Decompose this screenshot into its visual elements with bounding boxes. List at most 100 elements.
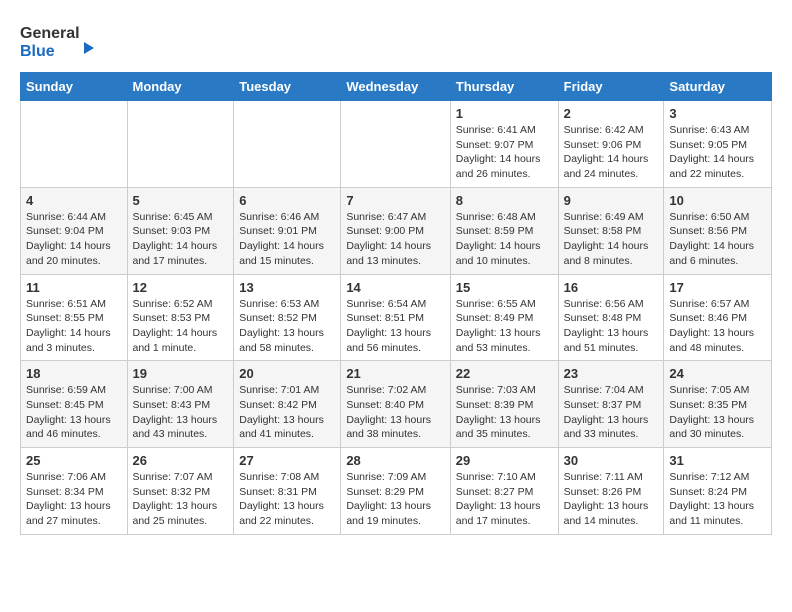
- day-detail: Sunrise: 6:50 AM Sunset: 8:56 PM Dayligh…: [669, 210, 766, 269]
- day-number: 3: [669, 106, 766, 121]
- col-header-wednesday: Wednesday: [341, 73, 450, 101]
- day-detail: Sunrise: 6:51 AM Sunset: 8:55 PM Dayligh…: [26, 297, 122, 356]
- calendar-cell: 13 Sunrise: 6:53 AM Sunset: 8:52 PM Dayli…: [234, 274, 341, 361]
- col-header-thursday: Thursday: [450, 73, 558, 101]
- day-number: 29: [456, 453, 553, 468]
- day-detail: Sunrise: 6:49 AM Sunset: 8:58 PM Dayligh…: [564, 210, 659, 269]
- calendar-cell: 3 Sunrise: 6:43 AM Sunset: 9:05 PM Daylig…: [664, 101, 772, 188]
- calendar-cell: 17 Sunrise: 6:57 AM Sunset: 8:46 PM Dayli…: [664, 274, 772, 361]
- day-detail: Sunrise: 6:43 AM Sunset: 9:05 PM Dayligh…: [669, 123, 766, 182]
- day-detail: Sunrise: 6:55 AM Sunset: 8:49 PM Dayligh…: [456, 297, 553, 356]
- day-number: 18: [26, 366, 122, 381]
- day-detail: Sunrise: 6:59 AM Sunset: 8:45 PM Dayligh…: [26, 383, 122, 442]
- day-number: 13: [239, 280, 335, 295]
- col-header-sunday: Sunday: [21, 73, 128, 101]
- calendar-cell: 18 Sunrise: 6:59 AM Sunset: 8:45 PM Dayli…: [21, 361, 128, 448]
- day-number: 27: [239, 453, 335, 468]
- day-number: 12: [133, 280, 229, 295]
- calendar-week-row: 25Sunrise: 7:06 AM Sunset: 8:34 PM Dayli…: [21, 448, 772, 535]
- header: GeneralBlue: [20, 20, 772, 62]
- svg-text:General: General: [20, 25, 80, 42]
- calendar-cell: 6 Sunrise: 6:46 AM Sunset: 9:01 PM Daylig…: [234, 187, 341, 274]
- day-detail: Sunrise: 6:57 AM Sunset: 8:46 PM Dayligh…: [669, 297, 766, 356]
- svg-text:Blue: Blue: [20, 43, 55, 60]
- day-detail: Sunrise: 6:41 AM Sunset: 9:07 PM Dayligh…: [456, 123, 553, 182]
- calendar-cell: 25Sunrise: 7:06 AM Sunset: 8:34 PM Dayli…: [21, 448, 128, 535]
- day-detail: Sunrise: 7:01 AM Sunset: 8:42 PM Dayligh…: [239, 383, 335, 442]
- day-detail: Sunrise: 7:12 AM Sunset: 8:24 PM Dayligh…: [669, 470, 766, 529]
- day-detail: Sunrise: 6:48 AM Sunset: 8:59 PM Dayligh…: [456, 210, 553, 269]
- calendar-cell: 26 Sunrise: 7:07 AM Sunset: 8:32 PM Dayli…: [127, 448, 234, 535]
- col-header-saturday: Saturday: [664, 73, 772, 101]
- day-detail: Sunrise: 6:53 AM Sunset: 8:52 PM Dayligh…: [239, 297, 335, 356]
- calendar-week-row: 18 Sunrise: 6:59 AM Sunset: 8:45 PM Dayli…: [21, 361, 772, 448]
- calendar-week-row: 1 Sunrise: 6:41 AM Sunset: 9:07 PM Daylig…: [21, 101, 772, 188]
- day-detail: Sunrise: 7:10 AM Sunset: 8:27 PM Dayligh…: [456, 470, 553, 529]
- day-detail: Sunrise: 7:05 AM Sunset: 8:35 PM Dayligh…: [669, 383, 766, 442]
- calendar-week-row: 11 Sunrise: 6:51 AM Sunset: 8:55 PM Dayli…: [21, 274, 772, 361]
- col-header-monday: Monday: [127, 73, 234, 101]
- day-number: 21: [346, 366, 444, 381]
- logo-svg: GeneralBlue: [20, 20, 100, 62]
- calendar-cell: 22 Sunrise: 7:03 AM Sunset: 8:39 PM Dayli…: [450, 361, 558, 448]
- calendar-cell: 9 Sunrise: 6:49 AM Sunset: 8:58 PM Daylig…: [558, 187, 664, 274]
- day-number: 17: [669, 280, 766, 295]
- calendar-week-row: 4Sunrise: 6:44 AM Sunset: 9:04 PM Daylig…: [21, 187, 772, 274]
- calendar-cell: [234, 101, 341, 188]
- day-detail: Sunrise: 7:03 AM Sunset: 8:39 PM Dayligh…: [456, 383, 553, 442]
- calendar-table: SundayMondayTuesdayWednesdayThursdayFrid…: [20, 72, 772, 535]
- calendar-cell: 23Sunrise: 7:04 AM Sunset: 8:37 PM Dayli…: [558, 361, 664, 448]
- calendar-cell: [21, 101, 128, 188]
- day-number: 11: [26, 280, 122, 295]
- calendar-cell: 21 Sunrise: 7:02 AM Sunset: 8:40 PM Dayli…: [341, 361, 450, 448]
- calendar-cell: 2 Sunrise: 6:42 AM Sunset: 9:06 PM Daylig…: [558, 101, 664, 188]
- calendar-cell: 8Sunrise: 6:48 AM Sunset: 8:59 PM Daylig…: [450, 187, 558, 274]
- day-detail: Sunrise: 7:02 AM Sunset: 8:40 PM Dayligh…: [346, 383, 444, 442]
- calendar-cell: 15 Sunrise: 6:55 AM Sunset: 8:49 PM Dayli…: [450, 274, 558, 361]
- day-number: 15: [456, 280, 553, 295]
- calendar-cell: 19 Sunrise: 7:00 AM Sunset: 8:43 PM Dayli…: [127, 361, 234, 448]
- col-header-friday: Friday: [558, 73, 664, 101]
- day-detail: Sunrise: 7:11 AM Sunset: 8:26 PM Dayligh…: [564, 470, 659, 529]
- day-number: 31: [669, 453, 766, 468]
- day-number: 9: [564, 193, 659, 208]
- day-detail: Sunrise: 6:45 AM Sunset: 9:03 PM Dayligh…: [133, 210, 229, 269]
- calendar-cell: 20 Sunrise: 7:01 AM Sunset: 8:42 PM Dayli…: [234, 361, 341, 448]
- calendar-cell: 1 Sunrise: 6:41 AM Sunset: 9:07 PM Daylig…: [450, 101, 558, 188]
- day-detail: Sunrise: 6:42 AM Sunset: 9:06 PM Dayligh…: [564, 123, 659, 182]
- calendar-cell: 30 Sunrise: 7:11 AM Sunset: 8:26 PM Dayli…: [558, 448, 664, 535]
- day-number: 20: [239, 366, 335, 381]
- day-detail: Sunrise: 6:44 AM Sunset: 9:04 PM Dayligh…: [26, 210, 122, 269]
- day-number: 30: [564, 453, 659, 468]
- day-detail: Sunrise: 6:56 AM Sunset: 8:48 PM Dayligh…: [564, 297, 659, 356]
- day-detail: Sunrise: 7:04 AM Sunset: 8:37 PM Dayligh…: [564, 383, 659, 442]
- day-detail: Sunrise: 6:46 AM Sunset: 9:01 PM Dayligh…: [239, 210, 335, 269]
- col-header-tuesday: Tuesday: [234, 73, 341, 101]
- logo: GeneralBlue: [20, 20, 100, 62]
- day-number: 19: [133, 366, 229, 381]
- day-number: 26: [133, 453, 229, 468]
- day-number: 16: [564, 280, 659, 295]
- day-number: 2: [564, 106, 659, 121]
- day-number: 7: [346, 193, 444, 208]
- day-detail: Sunrise: 7:07 AM Sunset: 8:32 PM Dayligh…: [133, 470, 229, 529]
- calendar-cell: [127, 101, 234, 188]
- calendar-cell: 28Sunrise: 7:09 AM Sunset: 8:29 PM Dayli…: [341, 448, 450, 535]
- day-number: 6: [239, 193, 335, 208]
- calendar-cell: 4Sunrise: 6:44 AM Sunset: 9:04 PM Daylig…: [21, 187, 128, 274]
- day-number: 25: [26, 453, 122, 468]
- calendar-cell: 29 Sunrise: 7:10 AM Sunset: 8:27 PM Dayli…: [450, 448, 558, 535]
- calendar-cell: 10 Sunrise: 6:50 AM Sunset: 8:56 PM Dayli…: [664, 187, 772, 274]
- day-number: 10: [669, 193, 766, 208]
- calendar-cell: 27Sunrise: 7:08 AM Sunset: 8:31 PM Dayli…: [234, 448, 341, 535]
- day-number: 24: [669, 366, 766, 381]
- calendar-cell: 14Sunrise: 6:54 AM Sunset: 8:51 PM Dayli…: [341, 274, 450, 361]
- day-number: 1: [456, 106, 553, 121]
- day-number: 28: [346, 453, 444, 468]
- day-detail: Sunrise: 7:00 AM Sunset: 8:43 PM Dayligh…: [133, 383, 229, 442]
- day-number: 5: [133, 193, 229, 208]
- day-detail: Sunrise: 6:47 AM Sunset: 9:00 PM Dayligh…: [346, 210, 444, 269]
- calendar-cell: [341, 101, 450, 188]
- day-number: 22: [456, 366, 553, 381]
- calendar-cell: 12Sunrise: 6:52 AM Sunset: 8:53 PM Dayli…: [127, 274, 234, 361]
